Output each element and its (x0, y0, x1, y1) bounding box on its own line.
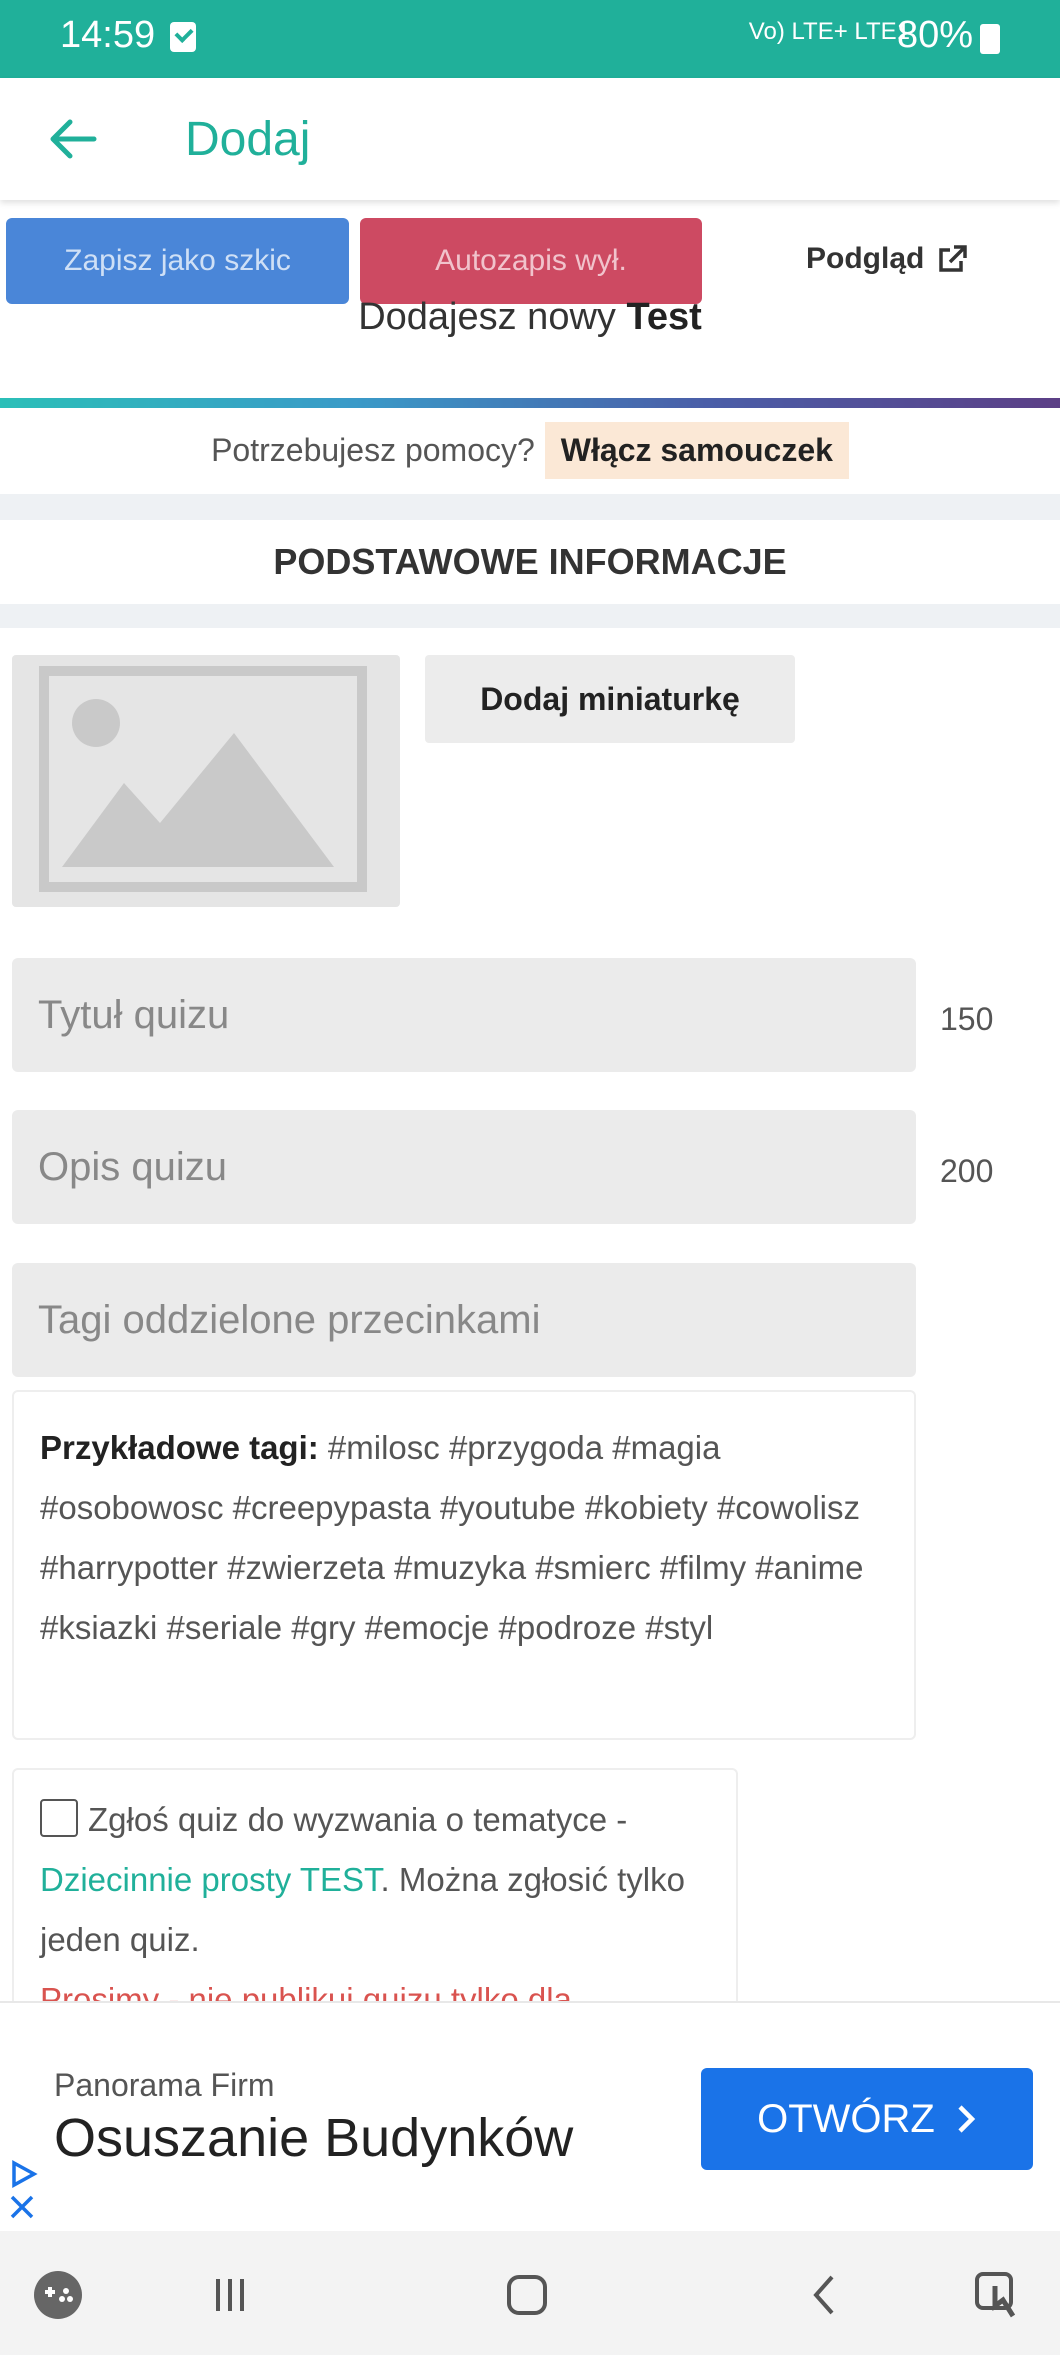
tutorial-button[interactable]: Włącz samouczek (544, 421, 849, 479)
close-icon[interactable] (8, 2193, 36, 2221)
progress-gradient-bar (0, 398, 1060, 408)
battery-level: 80% (897, 14, 974, 56)
adchoices-icon[interactable] (8, 2159, 38, 2189)
checkbox-notification-icon (170, 22, 196, 52)
help-question: Potrzebujesz pomocy? (211, 431, 535, 468)
preview-button[interactable]: Podgląd (806, 242, 968, 276)
home-icon[interactable] (497, 2267, 557, 2323)
game-launcher-icon[interactable] (28, 2267, 88, 2323)
chevron-right-icon (958, 2105, 976, 2133)
accessibility-touch-icon[interactable] (968, 2267, 1028, 2323)
ad-banner[interactable]: Panorama Firm Osuszanie Budynków OTWÓRZ (0, 2001, 1060, 2233)
quiz-title-input[interactable]: Tytuł quizu (12, 958, 916, 1072)
thumbnail-preview (12, 655, 400, 907)
section-separator (0, 494, 1060, 520)
back-icon[interactable] (793, 2267, 853, 2323)
status-time: 14:59 (60, 14, 156, 56)
adding-prefix: Dodajesz nowy (358, 296, 616, 338)
help-row: Potrzebujesz pomocy? Włącz samouczek (0, 420, 1060, 480)
challenge-text: Zgłoś quiz do wyzwania o tematyce - (88, 1801, 628, 1838)
preview-label: Podgląd (806, 242, 925, 275)
network-status: Vo) LTE+ LTE1 (748, 18, 910, 45)
example-tags-box: Przykładowe tagi: #milosc #przygoda #mag… (12, 1390, 916, 1740)
battery-icon (980, 24, 1000, 54)
autosave-toggle-button[interactable]: Autozapis wył. (360, 218, 702, 304)
quiz-description-input[interactable]: Opis quizu (12, 1110, 916, 1224)
challenge-link[interactable]: Dziecinnie prosty TEST (40, 1861, 381, 1898)
challenge-checkbox[interactable] (40, 1799, 78, 1837)
app-header: Dodaj (0, 78, 1060, 200)
section-separator (0, 604, 1060, 628)
status-bar: 14:59 Vo) LTE+ LTE1 80% (0, 0, 1060, 78)
save-draft-button[interactable]: Zapisz jako szkic (6, 218, 349, 304)
description-char-counter: 200 (940, 1153, 994, 1189)
tags-input[interactable]: Tagi oddzielone przecinkami (12, 1263, 916, 1377)
external-link-icon (939, 245, 968, 272)
adding-info: Dodajesz nowy Test (0, 296, 1060, 339)
add-thumbnail-button[interactable]: Dodaj miniaturkę (425, 655, 795, 743)
recent-apps-icon[interactable] (200, 2267, 260, 2323)
section-title: PODSTAWOWE INFORMACJE (273, 541, 787, 582)
challenge-box: Zgłoś quiz do wyzwania o tematyce - Dzie… (12, 1768, 738, 2008)
adding-type: Test (626, 296, 702, 338)
ad-headline: Osuszanie Budynków (54, 2108, 574, 2168)
image-placeholder-icon (39, 666, 367, 892)
ad-open-label: OTWÓRZ (757, 2096, 935, 2141)
ad-company: Panorama Firm (54, 2067, 275, 2103)
page-title: Dodaj (185, 113, 311, 166)
arrow-left-icon[interactable] (48, 116, 98, 162)
ad-open-button[interactable]: OTWÓRZ (701, 2068, 1033, 2170)
system-nav-bar (0, 2231, 1060, 2355)
title-char-counter: 150 (940, 1001, 994, 1037)
example-tags-label: Przykładowe tagi: (40, 1429, 319, 1466)
